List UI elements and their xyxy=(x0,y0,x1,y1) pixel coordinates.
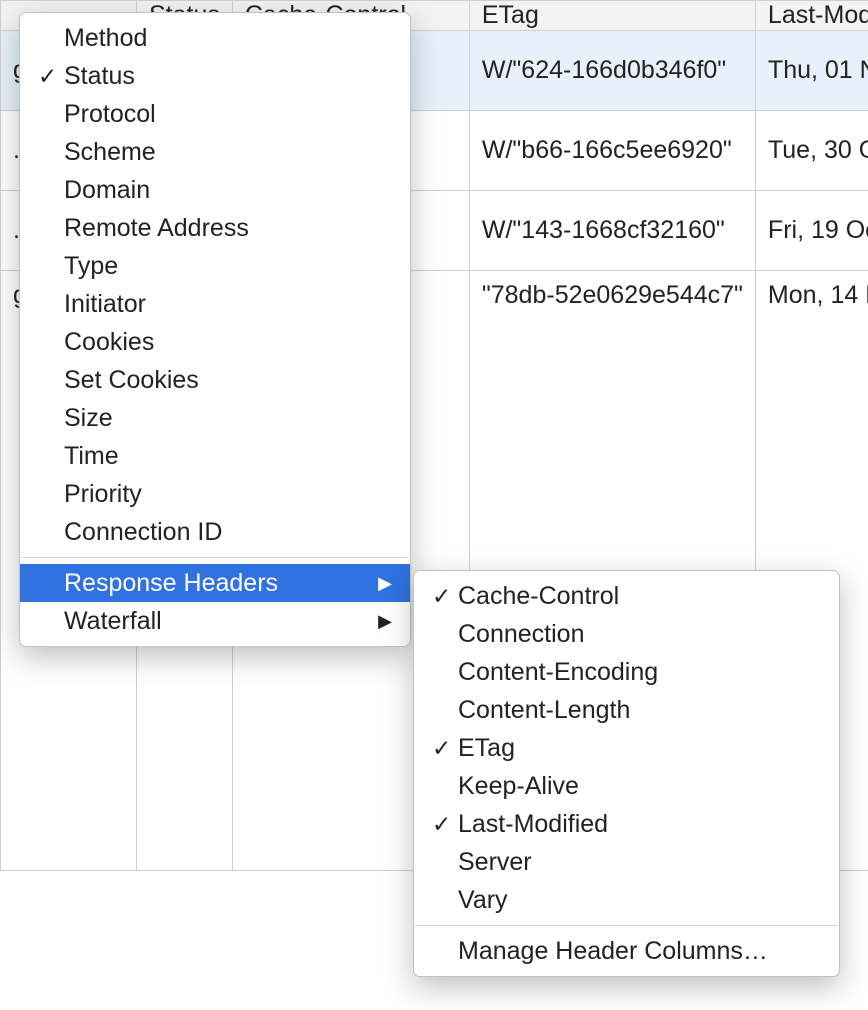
menu-item-size[interactable]: Size xyxy=(20,399,410,437)
menu-item-cookies[interactable]: Cookies xyxy=(20,323,410,361)
menu-item-server[interactable]: Server xyxy=(414,843,839,881)
menu-separator xyxy=(21,557,409,558)
menu-item-label: Scheme xyxy=(64,138,370,167)
menu-item-response-headers[interactable]: Response Headers▶ xyxy=(20,564,410,602)
menu-item-remote-address[interactable]: Remote Address xyxy=(20,209,410,247)
menu-item-vary[interactable]: Vary xyxy=(414,881,839,919)
menu-item-label: Response Headers xyxy=(64,569,370,598)
check-icon: ✓ xyxy=(432,583,458,610)
menu-item-label: Protocol xyxy=(64,100,370,129)
menu-item-label: Connection xyxy=(458,620,821,649)
menu-item-label: Cache-Control xyxy=(458,582,821,611)
menu-item-type[interactable]: Type xyxy=(20,247,410,285)
menu-item-label: Keep-Alive xyxy=(458,772,821,801)
menu-item-label: Domain xyxy=(64,176,370,205)
menu-item-label: Initiator xyxy=(64,290,370,319)
menu-item-domain[interactable]: Domain xyxy=(20,171,410,209)
menu-item-label: Content-Encoding xyxy=(458,658,821,687)
menu-item-set-cookies[interactable]: Set Cookies xyxy=(20,361,410,399)
menu-item-label: Last-Modified xyxy=(458,810,821,839)
menu-item-etag[interactable]: ✓ETag xyxy=(414,729,839,767)
menu-item-keep-alive[interactable]: Keep-Alive xyxy=(414,767,839,805)
menu-item-waterfall[interactable]: Waterfall▶ xyxy=(20,602,410,640)
menu-item-label: Waterfall xyxy=(64,607,370,636)
menu-item-label: Connection ID xyxy=(64,518,370,547)
col-header-lastmod[interactable]: Last-Mod xyxy=(755,1,868,31)
cell-lastmod: Fri, 19 Oc xyxy=(755,191,868,271)
menu-item-label: Time xyxy=(64,442,370,471)
chevron-right-icon: ▶ xyxy=(370,573,392,594)
menu-item-manage-header-columns[interactable]: Manage Header Columns… xyxy=(414,932,839,970)
cell-etag: W/"143-1668cf32160" xyxy=(469,191,755,271)
menu-item-label: ETag xyxy=(458,734,821,763)
menu-item-label: Manage Header Columns… xyxy=(458,937,821,966)
menu-item-scheme[interactable]: Scheme xyxy=(20,133,410,171)
menu-item-label: Size xyxy=(64,404,370,433)
check-icon: ✓ xyxy=(432,811,458,838)
cell-etag: W/"624-166d0b346f0" xyxy=(469,31,755,111)
check-icon: ✓ xyxy=(38,63,64,90)
menu-separator xyxy=(415,925,838,926)
column-context-menu[interactable]: Method✓StatusProtocolSchemeDomainRemote … xyxy=(19,12,411,647)
menu-item-method[interactable]: Method xyxy=(20,19,410,57)
menu-item-last-modified[interactable]: ✓Last-Modified xyxy=(414,805,839,843)
cell-etag: W/"b66-166c5ee6920" xyxy=(469,111,755,191)
menu-item-label: Remote Address xyxy=(64,214,370,243)
menu-item-initiator[interactable]: Initiator xyxy=(20,285,410,323)
menu-item-protocol[interactable]: Protocol xyxy=(20,95,410,133)
menu-item-cache-control[interactable]: ✓Cache-Control xyxy=(414,577,839,615)
menu-item-connection-id[interactable]: Connection ID xyxy=(20,513,410,551)
cell-lastmod: Tue, 30 O xyxy=(755,111,868,191)
menu-item-label: Cookies xyxy=(64,328,370,357)
menu-item-label: Set Cookies xyxy=(64,366,370,395)
menu-item-label: Vary xyxy=(458,886,821,915)
check-icon: ✓ xyxy=(432,735,458,762)
menu-item-content-length[interactable]: Content-Length xyxy=(414,691,839,729)
menu-item-priority[interactable]: Priority xyxy=(20,475,410,513)
menu-item-time[interactable]: Time xyxy=(20,437,410,475)
response-headers-submenu[interactable]: ✓Cache-ControlConnectionContent-Encoding… xyxy=(413,570,840,977)
cell-lastmod: Thu, 01 N xyxy=(755,31,868,111)
menu-item-label: Priority xyxy=(64,480,370,509)
menu-item-label: Status xyxy=(64,62,370,91)
menu-item-label: Type xyxy=(64,252,370,281)
col-header-etag[interactable]: ETag xyxy=(469,1,755,31)
menu-item-label: Method xyxy=(64,24,370,53)
menu-item-status[interactable]: ✓Status xyxy=(20,57,410,95)
menu-item-connection[interactable]: Connection xyxy=(414,615,839,653)
menu-item-content-encoding[interactable]: Content-Encoding xyxy=(414,653,839,691)
menu-item-label: Content-Length xyxy=(458,696,821,725)
menu-item-label: Server xyxy=(458,848,821,877)
chevron-right-icon: ▶ xyxy=(370,611,392,632)
